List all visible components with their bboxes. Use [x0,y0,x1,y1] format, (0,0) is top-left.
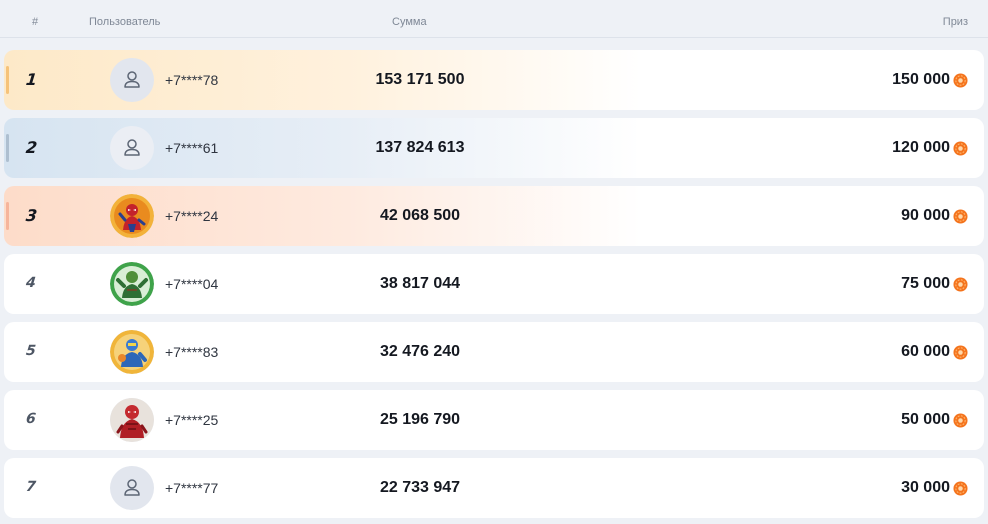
rank-number: 4 [25,275,37,291]
coin-icon [953,140,968,156]
row-sum: 32 476 240 [379,343,461,360]
leaderboard-header: # Пользователь Сумма Приз [0,0,988,38]
user-phone: +7****78 [165,72,219,88]
avatar [110,194,154,238]
prize-value: 30 000 [901,479,950,496]
rank-number: 7 [25,479,37,495]
table-row: 1 +7****78 153 171 500 150 000 [4,50,984,110]
row-sum: 153 171 500 [375,71,465,88]
coin-icon [953,344,968,360]
rank-accent [6,134,9,162]
row-sum: 38 817 044 [379,275,461,292]
table-row: 7 +7****77 22 733 947 30 000 [4,458,984,518]
table-row: 3 +7****24 42 068 500 90 000 [4,186,984,246]
prize-value: 120 000 [892,139,950,156]
avatar [110,330,154,374]
row-prize: 150 000 [892,71,968,89]
row-prize: 120 000 [892,139,968,157]
avatar [110,58,154,102]
rank-accent [6,66,9,94]
row-sum: 42 068 500 [379,207,461,224]
hero-avatar-green [110,262,154,306]
user-phone: +7****83 [165,344,219,360]
user-phone: +7****24 [165,208,219,224]
row-prize: 75 000 [901,275,968,293]
prize-value: 90 000 [901,207,950,224]
row-sum: 22 733 947 [379,479,461,496]
row-prize: 30 000 [901,479,968,497]
rank-accent [6,202,9,230]
rank-number: 3 [25,206,39,225]
rank-number: 5 [25,343,37,359]
header-prize: Приз [942,16,968,28]
rank-number: 6 [25,411,37,427]
avatar [110,466,154,510]
coin-icon [953,208,968,224]
prize-value: 60 000 [901,343,950,360]
row-sum: 137 824 613 [375,139,465,156]
row-prize: 50 000 [901,411,968,429]
hero-avatar-crimson [110,398,154,442]
header-user: Пользователь [89,16,161,28]
hero-avatar-red [110,194,154,238]
table-row: 5 +7****83 32 476 240 60 000 [4,322,984,382]
prize-value: 150 000 [892,71,950,88]
coin-icon [953,72,968,88]
avatar [110,262,154,306]
user-phone: +7****25 [165,412,219,428]
user-phone: +7****04 [165,276,219,292]
default-user-icon [124,139,140,156]
leaderboard-rows: 1 +7****78 153 171 500 150 000 2 +7****6… [4,50,984,524]
leaderboard: # Пользователь Сумма Приз 1 +7****78 153… [0,0,988,524]
rank-number: 2 [25,138,39,157]
avatar [110,126,154,170]
row-sum: 25 196 790 [379,411,461,428]
default-user-icon [124,479,140,496]
row-prize: 90 000 [901,207,968,225]
table-row: 6 +7****25 25 196 790 50 000 [4,390,984,450]
prize-value: 50 000 [901,411,950,428]
user-phone: +7****77 [165,480,219,496]
table-row: 4 +7****04 38 817 044 75 000 [4,254,984,314]
rank-number: 1 [25,70,39,89]
coin-icon [953,412,968,428]
default-user-icon [124,71,140,88]
header-rank: # [32,16,39,28]
table-row: 2 +7****61 137 824 613 120 000 [4,118,984,178]
hero-avatar-blue [110,330,154,374]
coin-icon [953,480,968,496]
avatar [110,398,154,442]
header-sum: Сумма [392,16,427,28]
user-phone: +7****61 [165,140,219,156]
coin-icon [953,276,968,292]
prize-value: 75 000 [901,275,950,292]
row-prize: 60 000 [901,343,968,361]
